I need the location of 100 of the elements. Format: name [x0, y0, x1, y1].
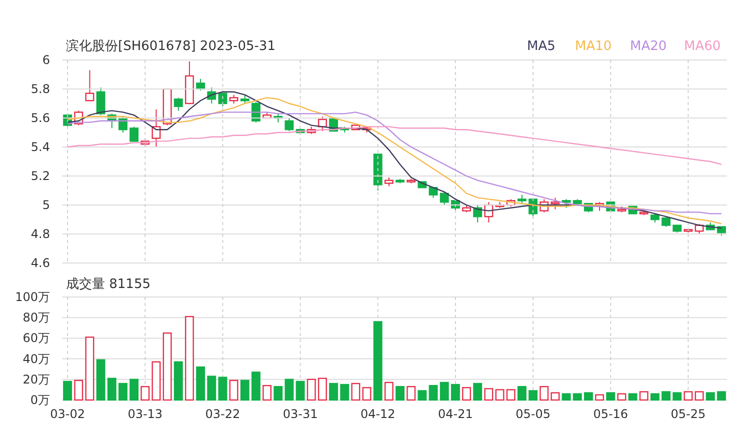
volume-bar	[218, 376, 228, 401]
volume-bar	[672, 392, 682, 401]
candlestick	[306, 126, 316, 134]
candlestick	[639, 210, 648, 216]
candlestick	[462, 204, 472, 213]
candlestick	[672, 224, 682, 234]
candlestick	[207, 87, 216, 104]
candlestick	[384, 176, 394, 187]
volume-bar	[528, 390, 538, 401]
volume-bar	[196, 366, 206, 401]
candlestick	[662, 217, 671, 228]
volume-bar	[694, 391, 704, 401]
volume-bar	[650, 393, 660, 401]
volume-bar	[450, 384, 460, 401]
volume-bar	[617, 393, 626, 401]
candlestick	[540, 198, 549, 213]
x-axis-label: 05-16	[593, 407, 628, 421]
candlestick	[218, 91, 228, 107]
volume-bar	[628, 393, 638, 401]
volume-bar	[484, 388, 494, 401]
y-axis-label: 5.2	[30, 169, 50, 183]
candlestick	[706, 222, 715, 230]
volume-bar	[130, 378, 139, 401]
volume-bar	[107, 378, 116, 401]
candlestick	[428, 187, 438, 198]
candlestick	[130, 126, 139, 142]
volume-bar	[207, 376, 216, 401]
legend-label: MA5	[527, 39, 556, 54]
candlestick	[517, 194, 526, 204]
volume-bar	[306, 378, 316, 401]
volume-bar	[351, 382, 360, 401]
candlestick	[85, 70, 94, 102]
legend-label: MA10	[575, 39, 612, 54]
candlestick	[506, 198, 516, 207]
volume-bar	[506, 389, 516, 401]
volume-bar	[162, 332, 172, 401]
candlestick	[296, 128, 305, 134]
volume-bar	[716, 391, 726, 401]
volume-bar	[74, 380, 84, 401]
volume-bar	[251, 372, 260, 401]
volume-bar	[229, 380, 238, 401]
y-axis-label: 5	[42, 198, 50, 212]
candlestick	[406, 178, 416, 184]
volume-bar	[318, 378, 327, 401]
x-axis-label: 03-02	[50, 407, 85, 421]
volume-bar	[495, 389, 504, 401]
candlestick	[572, 198, 582, 204]
volume-bar	[63, 380, 72, 401]
volume-bar	[517, 386, 526, 401]
volume-bar	[406, 386, 416, 401]
volume-bar	[174, 361, 183, 401]
volume-bar	[595, 394, 604, 401]
candlestick	[694, 223, 704, 234]
candlestick	[274, 113, 283, 123]
volume-bar	[473, 382, 482, 401]
chart-title: 成交量 81155	[66, 277, 150, 292]
candlestick	[284, 118, 294, 132]
volume-bar	[384, 382, 394, 401]
candlestick	[562, 198, 571, 208]
candlestick	[550, 197, 560, 210]
volume-bar	[462, 387, 472, 401]
legend-label: MA20	[630, 39, 667, 54]
x-axis-label: 04-12	[360, 407, 396, 421]
x-axis-label: 03-31	[282, 407, 318, 421]
candlestick	[107, 113, 116, 129]
y-axis-label: 6	[42, 53, 50, 67]
candlestick	[650, 213, 660, 223]
volume-bar	[584, 392, 593, 401]
volume-bar	[428, 384, 438, 401]
candlestick	[373, 154, 382, 191]
candlestick	[716, 226, 726, 236]
volume-bar	[296, 380, 305, 401]
x-axis-label: 04-21	[438, 407, 473, 421]
y-axis-label: 5.8	[30, 82, 50, 96]
candlestick	[196, 78, 206, 91]
volume-bar	[396, 386, 405, 401]
volume-bar	[274, 386, 283, 401]
y-axis-label: 60万	[22, 331, 50, 346]
candlestick	[595, 202, 604, 212]
y-axis-label: 80万	[22, 310, 50, 325]
y-axis-label: 4.6	[30, 256, 50, 270]
candlestick	[184, 60, 194, 104]
volume-bar	[572, 393, 582, 401]
y-axis-label: 4.8	[30, 227, 50, 241]
volume-bar	[96, 359, 106, 401]
volume-bar	[440, 382, 449, 401]
x-axis-label: 05-25	[670, 407, 706, 421]
volume-bar	[550, 392, 560, 401]
candlestick	[174, 97, 183, 112]
volume-bar	[662, 391, 671, 401]
volume-bar	[284, 378, 294, 401]
volume-bar	[540, 386, 549, 401]
y-axis-label: 20万	[22, 372, 50, 386]
volume-bar	[639, 391, 648, 401]
candlestick	[396, 178, 405, 184]
candlestick	[484, 202, 494, 223]
x-axis-label: 03-22	[205, 407, 240, 421]
y-axis-label: 100万	[15, 290, 50, 304]
chart-title: 滨化股份[SH601678] 2023-05-31	[66, 39, 276, 54]
y-axis-label: 5.4	[30, 140, 50, 154]
